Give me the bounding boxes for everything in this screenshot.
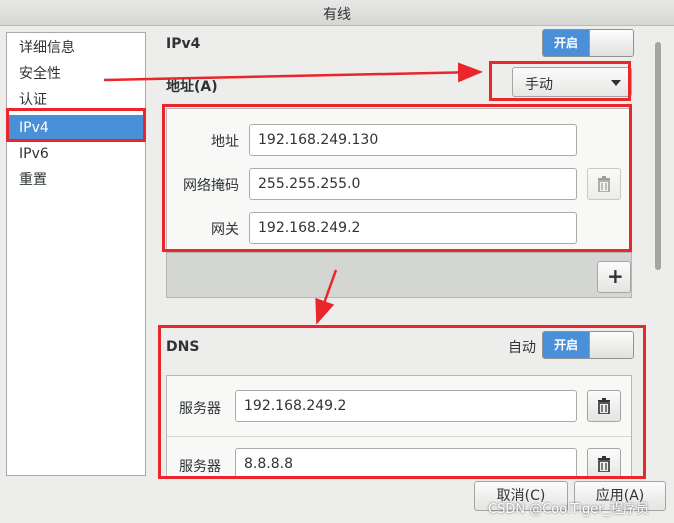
window-title: 有线: [323, 7, 351, 23]
trash-icon: [598, 176, 610, 192]
ipv4-toggle[interactable]: 开启: [542, 29, 634, 57]
dns-server-label: 服务器: [179, 459, 221, 475]
plus-icon: +: [607, 264, 624, 288]
title-bar: 有线: [0, 0, 674, 26]
sidebar-item-auth[interactable]: 认证: [7, 87, 145, 113]
chevron-down-icon: [611, 80, 621, 86]
address-toolbar: +: [166, 252, 632, 298]
sidebar-item-security[interactable]: 安全性: [7, 61, 145, 87]
dns-server-input[interactable]: 192.168.249.2: [235, 390, 577, 422]
watermark-text: CSDN @CoolTiger_程序员: [488, 502, 650, 517]
add-address-button[interactable]: +: [597, 261, 631, 293]
trash-icon: [598, 456, 610, 472]
address-panel: 地址 192.168.249.130 网络掩码 255.255.255.0 网关…: [166, 108, 632, 252]
address-method-label: 地址(A): [166, 79, 218, 95]
netmask-field-label: 网络掩码: [183, 178, 239, 194]
vertical-scrollbar[interactable]: [652, 34, 664, 482]
delete-address-button[interactable]: [587, 168, 621, 200]
dns-server-input[interactable]: 8.8.8.8: [235, 448, 577, 477]
ipv4-toggle-knob: [589, 30, 633, 56]
dns-row-divider: [167, 436, 631, 437]
sidebar-item-reset[interactable]: 重置: [7, 167, 145, 193]
gateway-field-label: 网关: [211, 222, 239, 238]
trash-icon: [598, 398, 610, 414]
sidebar-item-ipv4[interactable]: IPv4: [7, 115, 145, 141]
dns-toggle-on-label: 开启: [543, 332, 589, 358]
sidebar-item-ipv6[interactable]: IPv6: [7, 141, 145, 167]
sidebar: 详细信息 安全性 认证 IPv4 IPv6 重置: [6, 32, 146, 476]
netmask-input[interactable]: 255.255.255.0: [249, 168, 577, 200]
delete-dns-server-button[interactable]: [587, 448, 621, 477]
dns-heading: DNS: [166, 339, 200, 355]
address-field-label: 地址: [211, 134, 239, 150]
sidebar-item-details[interactable]: 详细信息: [7, 35, 145, 61]
dns-auto-toggle[interactable]: 开启: [542, 331, 634, 359]
dns-toggle-knob: [589, 332, 633, 358]
address-method-select[interactable]: 手动: [512, 67, 632, 97]
address-input[interactable]: 192.168.249.130: [249, 124, 577, 156]
delete-dns-server-button[interactable]: [587, 390, 621, 422]
dns-panel: 服务器 192.168.249.2 服务器 8.8.8.8: [166, 375, 632, 478]
ipv4-toggle-on-label: 开启: [543, 30, 589, 56]
ipv4-heading: IPv4: [166, 36, 201, 52]
settings-window: 详细信息 安全性 认证 IPv4 IPv6 重置 IPv4 开启 地址(A) 手…: [0, 26, 674, 523]
scrollbar-thumb[interactable]: [655, 42, 661, 270]
address-method-value: 手动: [525, 77, 553, 93]
gateway-input[interactable]: 192.168.249.2: [249, 212, 577, 244]
dns-auto-label: 自动: [508, 340, 536, 356]
dns-server-label: 服务器: [179, 401, 221, 417]
